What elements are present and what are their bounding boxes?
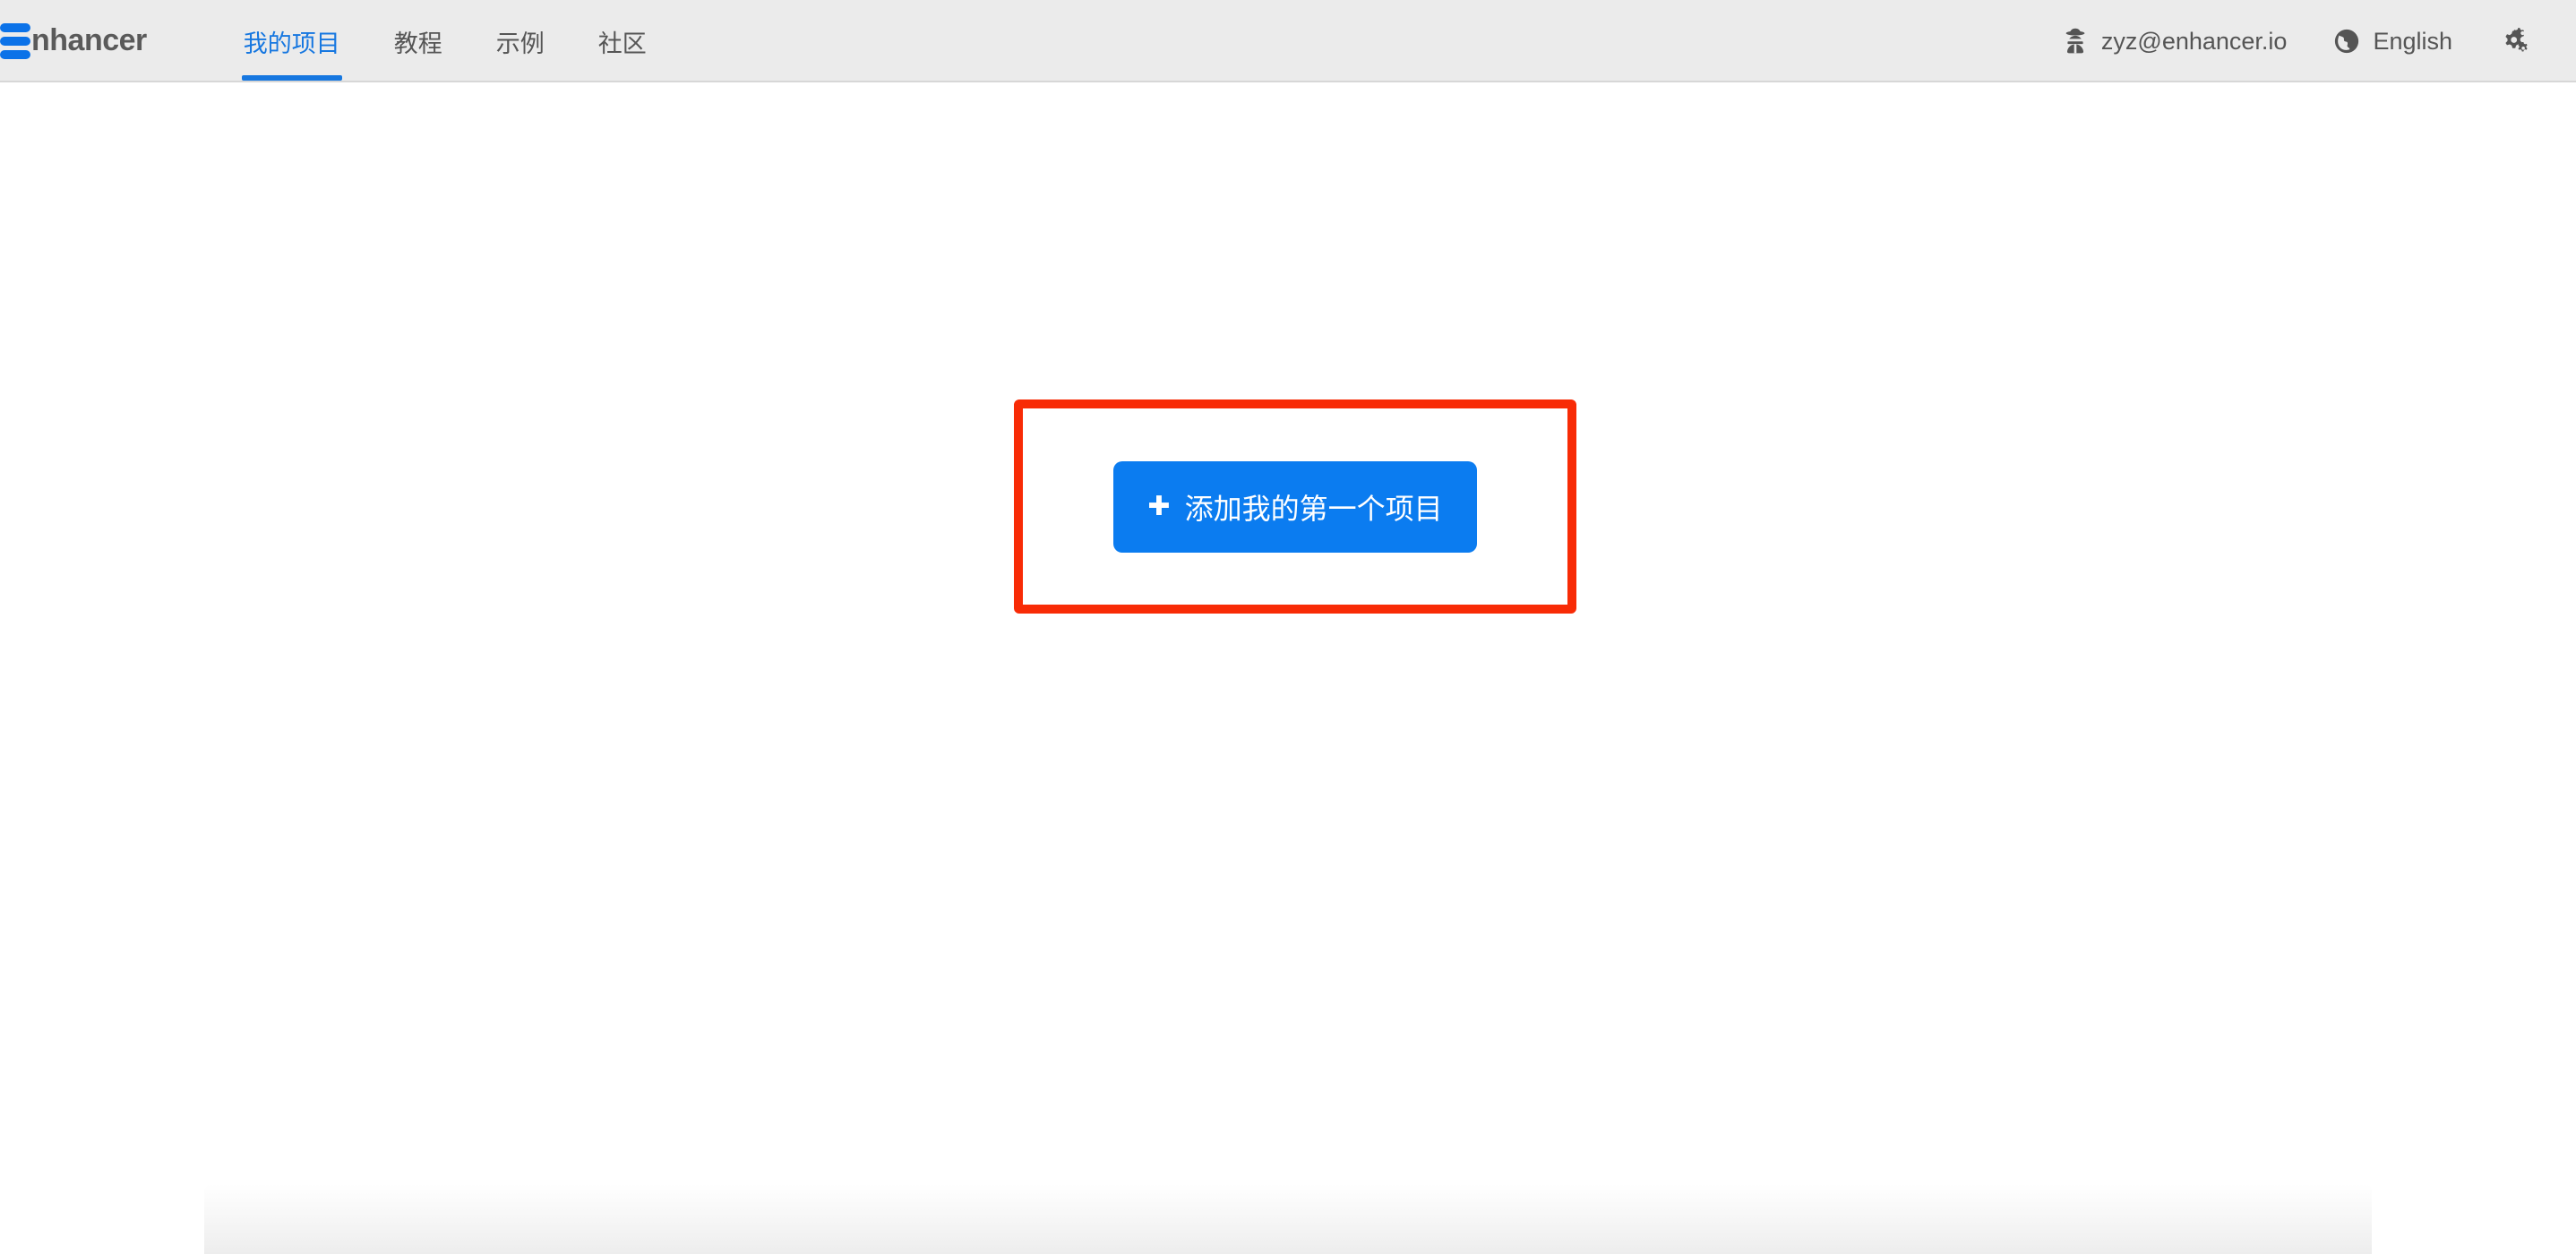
bottom-panel [204,1184,2372,1254]
cta-wrapper: ✚ 添加我的第一个项目 [1023,408,1567,605]
nav-item-my-projects[interactable]: 我的项目 [217,0,367,82]
plus-icon: ✚ [1147,494,1170,520]
brand-name: nhancer [31,25,147,56]
nav-spacer [674,0,2039,81]
language-selector[interactable]: English [2310,0,2476,82]
main-content: ✚ 添加我的第一个项目 [0,82,2576,1254]
nav-item-label: 我的项目 [244,24,340,59]
cta-highlight-box: ✚ 添加我的第一个项目 [1014,399,1576,614]
topbar-right-cluster: zyz@enhancer.io English [2039,0,2576,82]
main-nav: 我的项目 教程 示例 社区 [217,0,674,82]
account-menu[interactable]: zyz@enhancer.io [2039,0,2311,82]
nav-item-label: 示例 [496,24,545,59]
nav-item-community[interactable]: 社区 [571,0,674,82]
account-email: zyz@enhancer.io [2101,28,2288,56]
nav-item-label: 教程 [394,24,442,59]
user-secret-icon [2062,28,2089,55]
top-navigation-bar: nhancer 我的项目 教程 示例 社区 [0,0,2576,82]
add-first-project-label: 添加我的第一个项目 [1185,486,1443,528]
nav-item-examples[interactable]: 示例 [469,0,571,82]
add-first-project-button[interactable]: ✚ 添加我的第一个项目 [1113,461,1476,553]
nav-item-label: 社区 [598,24,647,59]
nav-item-tutorials[interactable]: 教程 [367,0,469,82]
settings-button[interactable] [2476,0,2553,82]
language-label: English [2373,28,2452,56]
globe-icon [2333,28,2360,55]
brand-logo[interactable]: nhancer [0,0,147,82]
gears-icon [2499,26,2529,56]
stacked-bars-logo-icon [0,23,30,59]
app-root: nhancer 我的项目 教程 示例 社区 [0,0,2576,1254]
